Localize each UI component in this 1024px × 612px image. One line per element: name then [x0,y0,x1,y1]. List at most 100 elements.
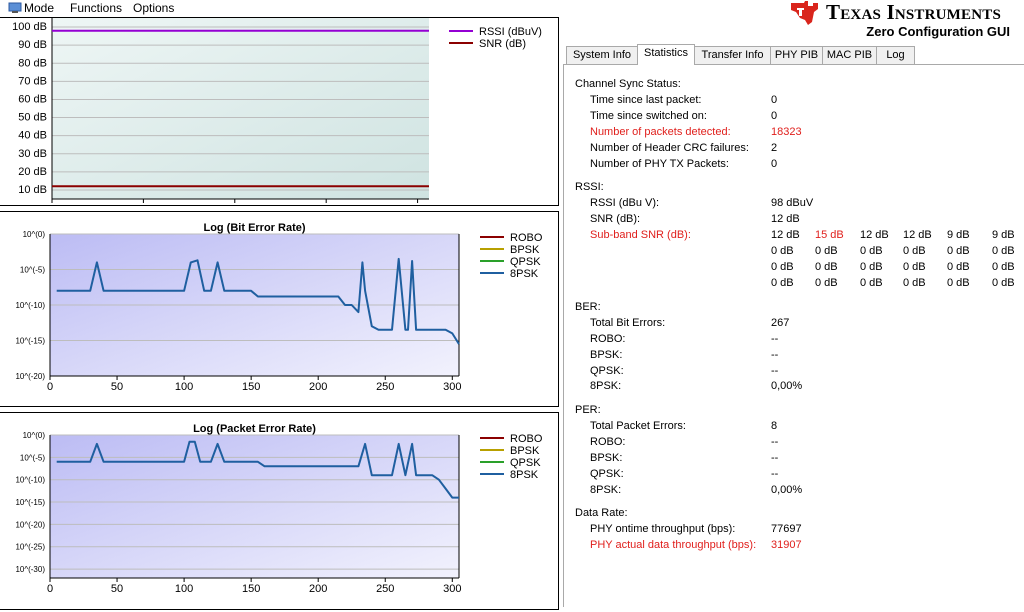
y-tick-label: 80 dB [18,57,47,69]
subband-snr-value: 0 dB [771,277,794,289]
chart-title: Log (Packet Error Rate) [193,423,316,435]
legend-label: 8PSK [510,469,539,481]
stat-label: Time since last packet: [590,94,702,106]
subband-snr-value: 0 dB [947,261,970,273]
subband-snr-label: Sub-band SNR (dB): [590,229,691,241]
subband-snr-value: 0 dB [992,261,1015,273]
ber-chart: 10^(0) 10^(-5) 10^(-10) 10^(-15) 10^(-20)0 50… [15,222,543,393]
x-tick-label: 0 [47,381,53,393]
stat-label: ROBO: [590,333,626,345]
menu-functions[interactable]: Functions [70,1,122,15]
y-tick-label: 100 dB [12,21,47,33]
stat-value: -- [771,349,779,361]
subband-snr-value: 9 dB [947,229,970,241]
subband-snr-value: 0 dB [903,261,926,273]
per-chart: 10^(0) 10^(-5) 10^(-10) 10^(-15) 10^(-20) 10^… [15,423,542,595]
rssi-snr-chart: 10 dB 20 dB 30 dB 40 dB 50 dB 60 dB 70 dB 80 dB… [12,18,542,216]
plot-area [50,435,459,578]
y-tick-label: 10^(-5) [20,453,45,462]
data-rate-heading: Data Rate: [575,507,628,519]
subband-snr-value: 0 dB [771,245,794,257]
subband-snr-value: 0 dB [860,261,883,273]
x-tick-label: 200 [309,583,327,595]
rssi-value: 98 dBuV [771,197,814,209]
x-tick-label: 100 [175,583,193,595]
x-tick-label: 300 [443,381,461,393]
stat-label: Number of packets detected: [590,126,731,138]
y-tick-label: 40 dB [18,130,47,142]
tab-log[interactable]: Log [876,46,915,64]
legend-label: QPSK [510,457,541,469]
y-tick-label: 10^(-25) [15,543,45,552]
stat-value: -- [771,468,779,480]
statistics-panel: Channel Sync Status: Time since last pac… [563,64,1024,607]
menu-mode[interactable]: Mode [24,1,54,15]
subband-snr-value: 12 dB [903,229,932,241]
stat-value: 0 [771,158,778,170]
y-tick-label: 10^(0) [23,431,46,440]
x-tick-label: 250 [376,583,394,595]
legend-label: ROBO [510,232,543,244]
y-tick-label: 70 dB [18,75,47,87]
snr-value: 12 dB [771,213,800,225]
stat-value: 18323 [771,126,802,138]
stat-label: 8PSK: [590,484,622,496]
stat-value: 267 [771,317,790,329]
per-chart-panel: 10^(0) 10^(-5) 10^(-10) 10^(-15) 10^(-20) 10^… [0,412,559,610]
tab-statistics[interactable]: Statistics [637,44,695,65]
tab-mac-pib[interactable]: MAC PIB [822,46,877,64]
rssi-heading: RSSI: [575,181,604,193]
stat-value: 8 [771,420,778,432]
stat-value: 77697 [771,523,802,535]
x-tick-label: 160 [226,204,244,205]
stat-label: PHY actual data throughput (bps): [590,539,757,551]
subband-snr-value: 0 dB [947,277,970,289]
ber-heading: BER: [575,301,601,313]
stat-label: QPSK: [590,468,624,480]
snr-label: SNR (dB): [590,213,641,225]
stat-label: Total Packet Errors: [590,420,686,432]
subband-snr-value: 0 dB [947,245,970,257]
tab-phy-pib[interactable]: PHY PIB [770,46,823,64]
y-tick-label: 10^(-30) [15,565,45,574]
x-tick-label: 50 [111,381,123,393]
tab-system-info[interactable]: System Info [566,46,638,64]
y-tick-label: 10^(-5) [20,266,45,275]
chart-title: Log (Bit Error Rate) [203,222,305,234]
stat-value: 0,00% [771,484,803,496]
stat-label: Number of PHY TX Packets: [590,158,729,170]
subband-snr-value: 0 dB [860,277,883,289]
y-tick-label: 10^(-10) [15,301,45,310]
legend-label: 8PSK [510,268,539,280]
stat-label: Number of Header CRC failures: [590,142,749,154]
subband-snr-value: 0 dB [815,261,838,273]
stat-value: 0,00% [771,380,803,392]
legend-label: RSSI (dBuV) [479,26,542,38]
stat-value: 0 [771,94,778,106]
stat-value: 2 [771,142,778,154]
tab-transfer-info[interactable]: Transfer Info [694,46,771,64]
y-tick-label: 10 dB [18,184,47,196]
stat-value: -- [771,452,779,464]
rssi-snr-chart-panel: 10 dB 20 dB 30 dB 40 dB 50 dB 60 dB 70 dB 80 dB… [0,17,559,216]
stat-label: Time since switched on: [590,110,707,122]
y-tick-label: 50 dB [18,112,47,124]
y-tick-label: 10^(-15) [15,337,45,346]
y-tick-label: 60 dB [18,93,47,105]
x-tick-label: 150 [242,583,260,595]
app-title: Zero Configuration GUI [866,24,1010,39]
y-tick-label: 10^(-15) [15,498,45,507]
x-tick-label: 240 [317,204,335,205]
menu-options[interactable]: Options [133,1,174,15]
x-tick-label: 50 [111,583,123,595]
subband-snr-value: 0 dB [815,277,838,289]
ber-chart-panel: 10^(0) 10^(-5) 10^(-10) 10^(-15) 10^(-20) 0 50… [0,211,559,407]
legend-label: SNR (dB) [479,38,526,50]
legend-label: QPSK [510,256,541,268]
mode-icon [8,2,22,13]
stat-value: 0 [771,110,778,122]
subband-snr-value: 15 dB [815,229,844,241]
x-tick-label: 300 [443,583,461,595]
x-tick-label: 0 [49,204,55,205]
stat-label: BPSK: [590,349,623,361]
